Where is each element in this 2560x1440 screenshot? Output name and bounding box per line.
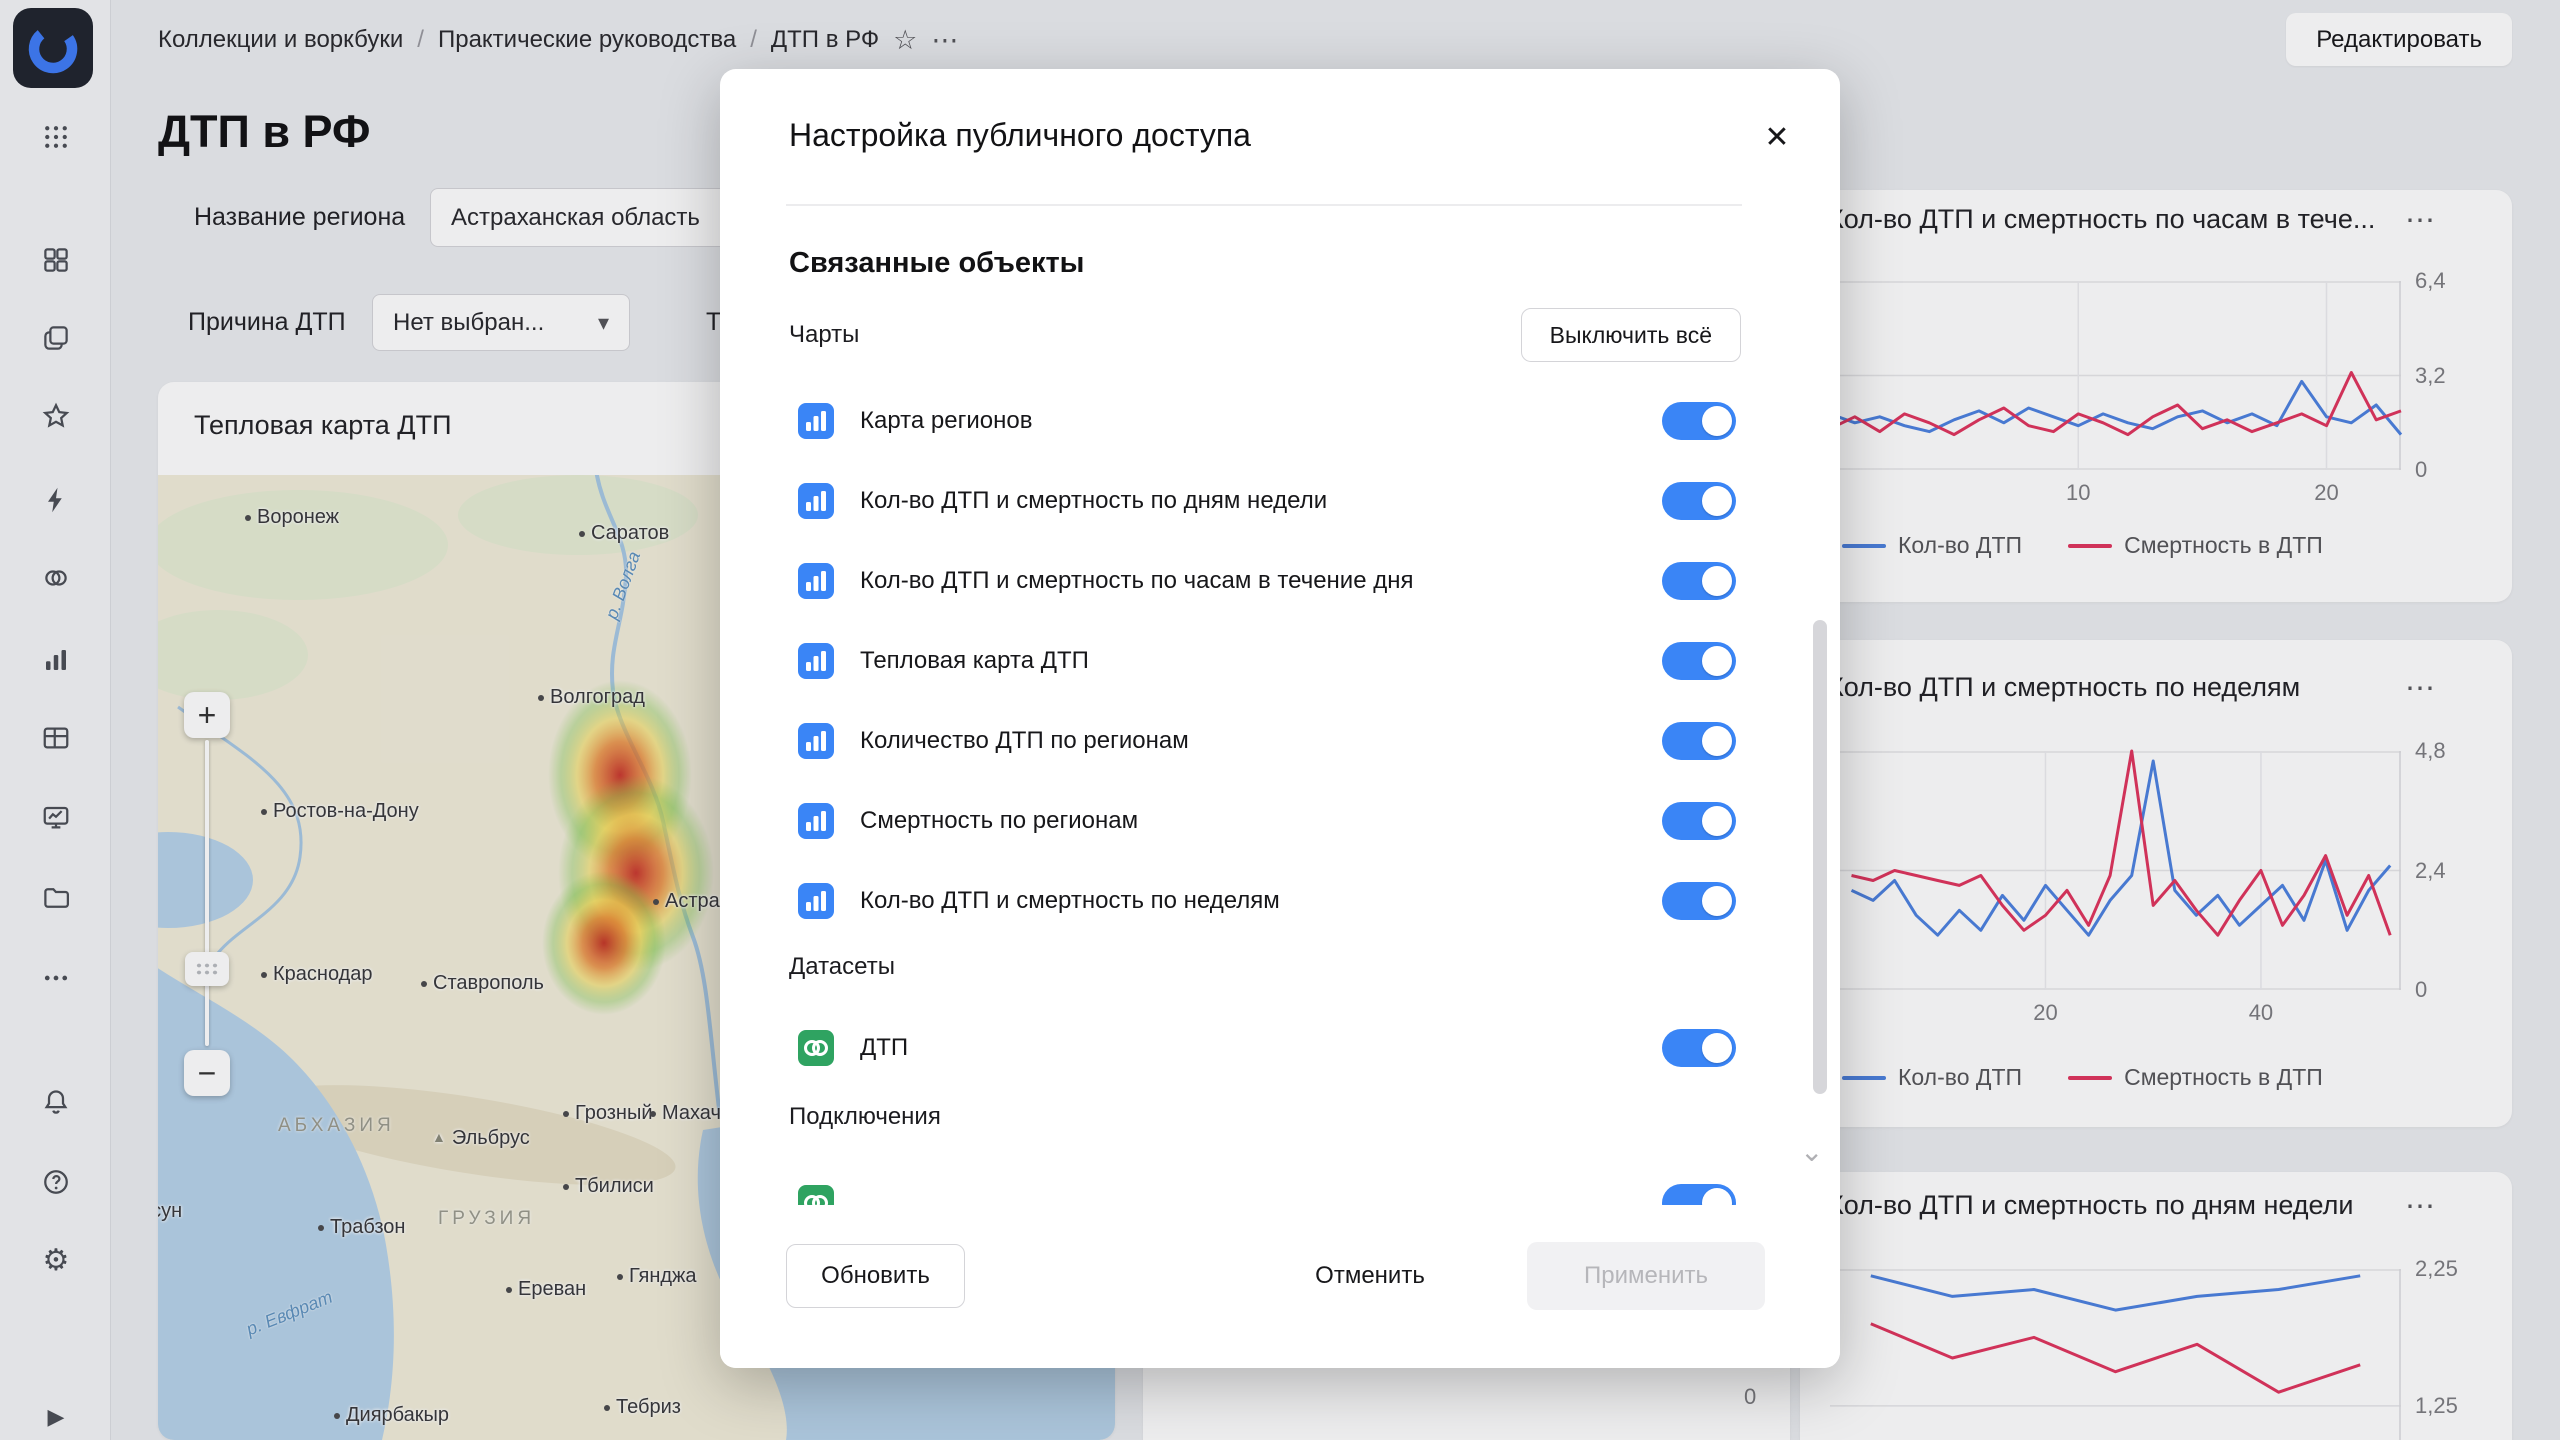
charts-group-row: Чарты Выключить всё <box>789 307 1741 363</box>
chart-object-icon <box>798 563 834 599</box>
apply-button[interactable]: Применить <box>1527 1242 1765 1310</box>
dataset-row-label: ДТП <box>860 1034 908 1062</box>
chart-row-label: Карта регионов <box>860 407 1032 435</box>
chart-object-icon <box>798 883 834 919</box>
toggle-switch[interactable] <box>1662 882 1736 920</box>
toggle-switch[interactable] <box>1662 562 1736 600</box>
dataset-object-icon <box>798 1030 834 1066</box>
connections-group-label: Подключения <box>789 1103 941 1131</box>
toggle-switch[interactable] <box>1662 642 1736 680</box>
chart-toggle-row: Тепловая карта ДТП <box>798 621 1736 701</box>
close-icon[interactable]: ✕ <box>1755 115 1799 159</box>
toggle-switch[interactable] <box>1662 1029 1736 1067</box>
chart-object-icon <box>798 483 834 519</box>
datasets-group-label: Датасеты <box>789 953 895 981</box>
modal-scrollbar-thumb[interactable] <box>1813 620 1827 1094</box>
cancel-button[interactable]: Отменить <box>1290 1244 1450 1308</box>
charts-group-label: Чарты <box>789 321 859 349</box>
toggle-switch[interactable] <box>1662 802 1736 840</box>
chart-toggle-row: Кол-во ДТП и смертность по неделям <box>798 861 1736 941</box>
chart-toggle-row: Количество ДТП по регионам <box>798 701 1736 781</box>
modal-title: Настройка публичного доступа <box>789 117 1251 154</box>
scroll-down-hint-icon: ⌄ <box>1800 1135 1823 1168</box>
chart-row-label: Кол-во ДТП и смертность по неделям <box>860 887 1280 915</box>
chart-row-label: Количество ДТП по регионам <box>860 727 1189 755</box>
toggle-switch[interactable] <box>1662 722 1736 760</box>
toggle-switch[interactable] <box>1662 402 1736 440</box>
update-button[interactable]: Обновить <box>786 1244 965 1308</box>
chart-object-icon <box>798 723 834 759</box>
chart-toggle-row: Карта регионов <box>798 381 1736 461</box>
chart-toggle-row: Смертность по регионам <box>798 781 1736 861</box>
chart-row-label: Кол-во ДТП и смертность по дням недели <box>860 487 1327 515</box>
modal-footer: Обновить Отменить Применить <box>720 1205 1840 1368</box>
chart-row-label: Смертность по регионам <box>860 807 1138 835</box>
chart-object-icon <box>798 643 834 679</box>
toggle-switch[interactable] <box>1662 1184 1736 1205</box>
chart-row-label: Кол-во ДТП и смертность по часам в течен… <box>860 567 1413 595</box>
chart-object-icon <box>798 403 834 439</box>
toggle-switch[interactable] <box>1662 482 1736 520</box>
related-objects-title: Связанные объекты <box>789 247 1084 280</box>
dataset-toggle-row: ДТП <box>798 1008 1736 1088</box>
chart-object-icon <box>798 803 834 839</box>
chart-row-label: Тепловая карта ДТП <box>860 647 1089 675</box>
connection-toggle-row <box>798 1163 1736 1205</box>
disable-all-button[interactable]: Выключить всё <box>1521 308 1741 362</box>
chart-toggle-row: Кол-во ДТП и смертность по часам в течен… <box>798 541 1736 621</box>
modal-scroll-area[interactable]: Связанные объекты Чарты Выключить всё Ка… <box>720 205 1813 1205</box>
chart-toggle-row: Кол-во ДТП и смертность по дням недели <box>798 461 1736 541</box>
public-access-modal: Настройка публичного доступа ✕ Связанные… <box>720 69 1840 1368</box>
connection-object-icon <box>798 1185 834 1205</box>
